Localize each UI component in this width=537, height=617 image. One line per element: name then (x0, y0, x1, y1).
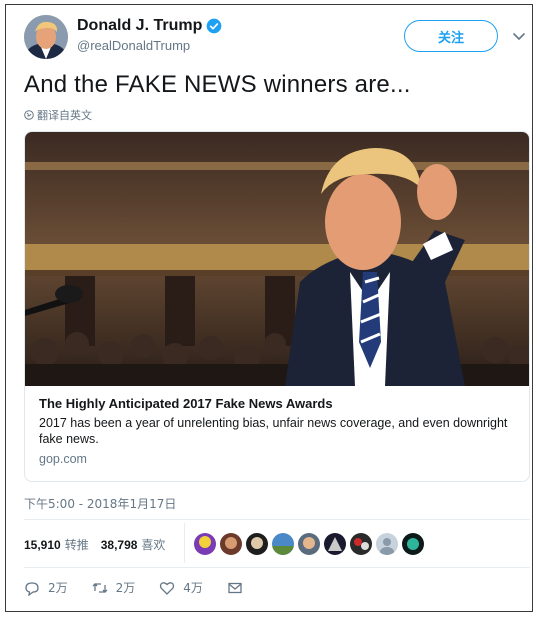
divider (24, 567, 530, 568)
verified-badge-icon (207, 18, 222, 34)
retweet-count: 2万 (115, 581, 136, 595)
divider (184, 523, 185, 563)
author-name[interactable]: Donald J. Trump (77, 17, 222, 35)
likes-label: 喜欢 (141, 537, 166, 552)
reply-button[interactable]: 2万 (24, 579, 68, 596)
tweet-frame: Donald J. Trump @realDonaldTrump 关注 And … (5, 4, 533, 612)
globe-icon (24, 110, 34, 120)
liker-avatar[interactable] (298, 533, 320, 555)
retweets-stat[interactable]: 15,910 转推 (24, 536, 89, 553)
follow-button[interactable]: 关注 (404, 20, 498, 52)
liker-avatar[interactable] (194, 533, 216, 555)
avatar-portrait-image (24, 15, 68, 59)
liker-avatars (194, 533, 424, 555)
likes-stat[interactable]: 38,798 喜欢 (101, 536, 166, 553)
direct-message-button[interactable] (227, 580, 251, 596)
author-display-name: Donald J. Trump (77, 17, 203, 34)
author-avatar[interactable] (24, 15, 68, 59)
liker-avatar[interactable] (220, 533, 242, 555)
liker-avatar[interactable] (350, 533, 372, 555)
retweet-icon (92, 582, 108, 593)
like-button[interactable]: 4万 (159, 579, 203, 596)
heart-icon (160, 581, 175, 595)
card-title: The Highly Anticipated 2017 Fake News Aw… (39, 396, 333, 411)
translate-label: 翻译自英文 (37, 109, 92, 122)
liker-avatar[interactable] (376, 533, 398, 555)
retweets-label: 转推 (64, 537, 89, 552)
author-handle[interactable]: @realDonaldTrump (77, 38, 222, 53)
envelope-icon (228, 582, 242, 593)
likes-count: 38,798 (100, 537, 138, 552)
card-photo-image (25, 132, 529, 386)
liker-avatar[interactable] (272, 533, 294, 555)
tweet-timestamp[interactable]: 下午5:00 - 2018年1月17日 (24, 495, 176, 512)
engagement-stats: 15,910 转推 38,798 喜欢 (24, 531, 177, 557)
retweets-count: 15,910 (24, 537, 61, 552)
translate-link[interactable]: 翻译自英文 (24, 107, 92, 123)
liker-avatar[interactable] (324, 533, 346, 555)
chevron-down-icon[interactable] (512, 29, 526, 43)
retweet-button[interactable]: 2万 (92, 579, 136, 596)
divider (24, 519, 530, 520)
link-card[interactable]: The Highly Anticipated 2017 Fake News Aw… (24, 131, 530, 482)
tweet-header: Donald J. Trump @realDonaldTrump 关注 (24, 15, 526, 65)
liker-avatar[interactable] (402, 533, 424, 555)
tweet-actions: 2万 2万 4万 (24, 579, 275, 596)
tweet-text: And the FAKE NEWS winners are... (24, 71, 411, 98)
liker-avatar[interactable] (246, 533, 268, 555)
like-count: 4万 (183, 581, 203, 595)
reply-icon (25, 581, 39, 596)
card-domain: gop.com (39, 452, 87, 466)
reply-count: 2万 (48, 581, 68, 595)
card-description: 2017 has been a year of unrelenting bias… (39, 416, 508, 446)
